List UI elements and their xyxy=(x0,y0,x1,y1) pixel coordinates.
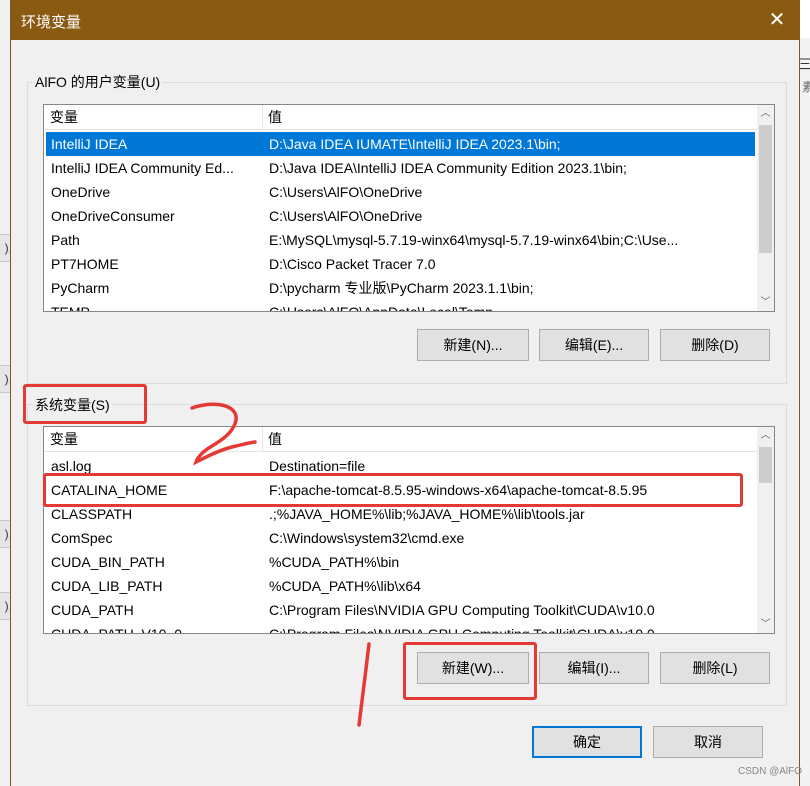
cancel-button[interactable]: 取消 xyxy=(653,726,763,758)
list-item[interactable]: OneDrive C:\Users\AlFO\OneDrive xyxy=(46,180,755,204)
list-item[interactable]: CUDA_PATH C:\Program Files\NVIDIA GPU Co… xyxy=(46,598,755,622)
variable-value: %CUDA_PATH%\bin xyxy=(269,554,400,570)
variable-value: C:\Program Files\NVIDIA GPU Computing To… xyxy=(269,626,655,634)
list-item[interactable]: CUDA_PATH_V10_0 C:\Program Files\NVIDIA … xyxy=(46,622,755,634)
variable-value: D:\Java IDEA IUMATE\IntelliJ IDEA 2023.1… xyxy=(269,136,561,152)
vertical-scrollbar[interactable]: ︿ ﹀ xyxy=(757,427,774,633)
scroll-up-icon[interactable]: ︿ xyxy=(757,427,774,444)
highlight-system-vars-label xyxy=(23,384,147,424)
variable-name: IntelliJ IDEA xyxy=(51,136,128,152)
variable-value: C:\Users\AlFO\OneDrive xyxy=(269,208,423,224)
system-delete-button[interactable]: 删除(L) xyxy=(660,652,770,684)
user-new-button[interactable]: 新建(N)... xyxy=(417,329,529,361)
variable-name: CUDA_LIB_PATH xyxy=(51,578,163,594)
close-icon[interactable]: ✕ xyxy=(755,0,799,40)
list-item[interactable]: PyCharm D:\pycharm 专业版\PyCharm 2023.1.1\… xyxy=(46,276,755,300)
column-header-value[interactable]: 值 xyxy=(262,105,282,129)
dialog-title: 环境变量 xyxy=(21,14,82,31)
variable-value: E:\MySQL\mysql-5.7.19-winx64\mysql-5.7.1… xyxy=(269,232,679,248)
variable-name: PT7HOME xyxy=(51,256,119,272)
scroll-down-icon[interactable]: ﹀ xyxy=(757,616,774,633)
user-edit-button[interactable]: 编辑(E)... xyxy=(539,329,649,361)
scrollbar-thumb[interactable] xyxy=(759,125,772,253)
variable-value: %CUDA_PATH%\lib\x64 xyxy=(269,578,421,594)
list-item[interactable]: TEMP C:\Users\AlFO\AppData\Local\Temp xyxy=(46,300,755,312)
list-header: 变量 值 xyxy=(44,427,757,452)
background-text: 素 xyxy=(802,80,810,94)
column-header-value[interactable]: 值 xyxy=(262,427,282,451)
variable-name: IntelliJ IDEA Community Ed... xyxy=(51,160,234,176)
system-edit-button[interactable]: 编辑(I)... xyxy=(539,652,649,684)
variable-name: OneDriveConsumer xyxy=(51,208,175,224)
variable-name: ComSpec xyxy=(51,530,113,546)
variable-value: D:\Cisco Packet Tracer 7.0 xyxy=(269,256,436,272)
watermark: CSDN @AlFO xyxy=(738,766,803,777)
user-variables-label: AlFO 的用户变量(U) xyxy=(33,72,163,92)
scroll-down-icon[interactable]: ﹀ xyxy=(757,294,774,311)
variable-name: CUDA_PATH xyxy=(51,602,134,618)
variable-value: D:\pycharm 专业版\PyCharm 2023.1.1\bin; xyxy=(269,280,534,296)
list-item[interactable]: PT7HOME D:\Cisco Packet Tracer 7.0 xyxy=(46,252,755,276)
variable-name: OneDrive xyxy=(51,184,111,200)
list-item[interactable]: OneDriveConsumer C:\Users\AlFO\OneDrive xyxy=(46,204,755,228)
scroll-up-icon[interactable]: ︿ xyxy=(757,105,774,122)
list-item[interactable]: CUDA_LIB_PATH %CUDA_PATH%\lib\x64 xyxy=(46,574,755,598)
list-item[interactable]: IntelliJ IDEA Community Ed... D:\Java ID… xyxy=(46,156,755,180)
variable-name: CUDA_PATH_V10_0 xyxy=(51,626,182,634)
variable-value: C:\Program Files\NVIDIA GPU Computing To… xyxy=(269,602,655,618)
scrollbar-thumb[interactable] xyxy=(759,447,772,483)
list-item[interactable]: ComSpec C:\Windows\system32\cmd.exe xyxy=(46,526,755,550)
ok-button[interactable]: 确定 xyxy=(532,726,642,758)
vertical-scrollbar[interactable]: ︿ ﹀ xyxy=(757,105,774,311)
variable-name: PyCharm xyxy=(51,280,110,296)
variable-name: CUDA_BIN_PATH xyxy=(51,554,165,570)
title-bar[interactable]: 环境变量 ✕ xyxy=(11,0,799,40)
list-item[interactable]: Path E:\MySQL\mysql-5.7.19-winx64\mysql-… xyxy=(46,228,755,252)
variable-value: C:\Windows\system32\cmd.exe xyxy=(269,530,465,546)
user-delete-button[interactable]: 删除(D) xyxy=(660,329,770,361)
list-item[interactable]: IntelliJ IDEA D:\Java IDEA IUMATE\Intell… xyxy=(46,132,755,156)
highlight-catalina-home-row xyxy=(43,473,743,507)
list-header: 变量 值 xyxy=(44,105,757,130)
variable-value: C:\Users\AlFO\OneDrive xyxy=(269,184,423,200)
variable-name: Path xyxy=(51,232,80,248)
highlight-new-button xyxy=(403,642,537,700)
variable-name: TEMP xyxy=(51,304,90,312)
variable-value: C:\Users\AlFO\AppData\Local\Temp xyxy=(269,304,494,312)
user-variables-list[interactable]: 变量 值 IntelliJ IDEA D:\Java IDEA IUMATE\I… xyxy=(43,104,775,312)
column-header-variable[interactable]: 变量 xyxy=(44,427,78,451)
column-header-variable[interactable]: 变量 xyxy=(44,105,78,129)
system-variables-list[interactable]: 变量 值 asl.log Destination=file CATALINA_H… xyxy=(43,426,775,634)
list-item[interactable]: CUDA_BIN_PATH %CUDA_PATH%\bin xyxy=(46,550,755,574)
variable-value: D:\Java IDEA\IntelliJ IDEA Community Edi… xyxy=(269,160,627,176)
